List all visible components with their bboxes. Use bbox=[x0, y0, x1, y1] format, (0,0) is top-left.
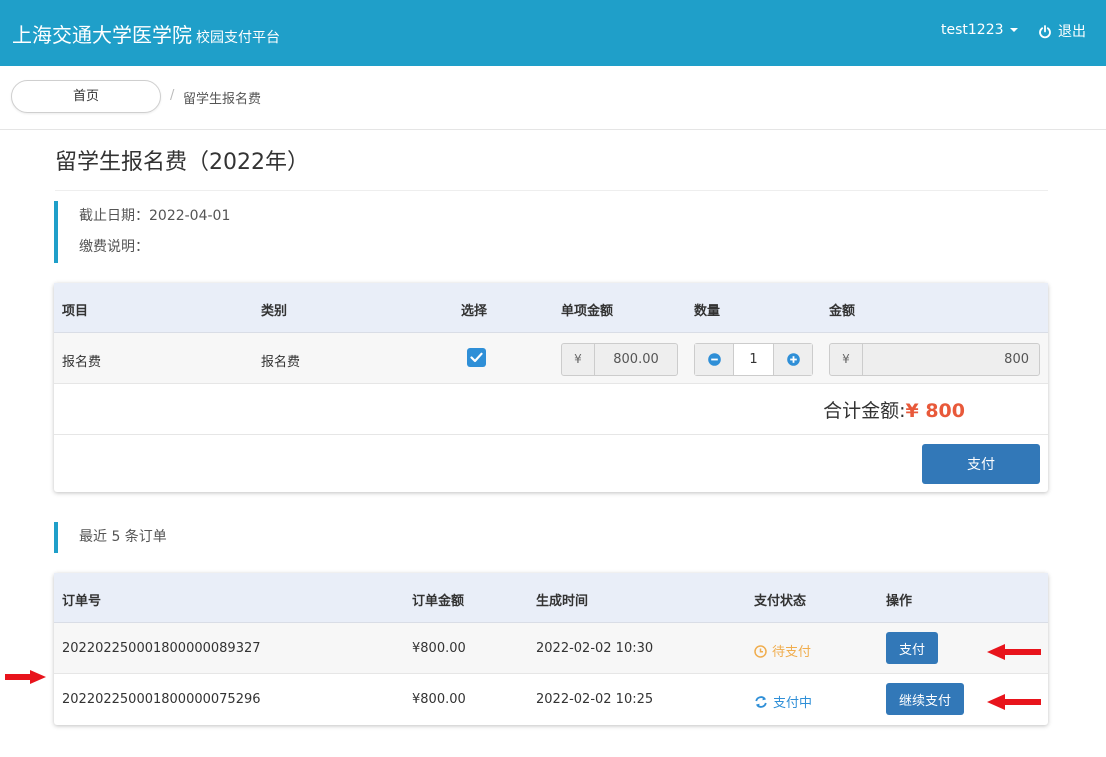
right-arrow-icon bbox=[5, 670, 46, 684]
caret-down-icon bbox=[1009, 28, 1018, 32]
table-row: 报名费 报名费 ¥ 800.00 1 ¥ 800 bbox=[54, 333, 1048, 384]
total-label: 合计金额: bbox=[823, 400, 906, 422]
col-unit-price: 单项金额 bbox=[561, 304, 614, 319]
col-amount: 金额 bbox=[829, 304, 856, 319]
page-title: 留学生报名费（2022年） bbox=[55, 150, 309, 175]
col-order-amount: 订单金额 bbox=[412, 594, 465, 609]
status-badge: 待支付 bbox=[754, 641, 811, 660]
title-divider bbox=[55, 190, 1048, 191]
username: test1223 bbox=[941, 22, 1004, 38]
order-id: 202202250001800000075296 bbox=[62, 692, 261, 707]
increase-button[interactable] bbox=[773, 344, 812, 375]
unit-price-field: ¥ 800.00 bbox=[561, 343, 678, 376]
total-amount: 合计金额:¥ 800 bbox=[823, 396, 965, 423]
col-actions: 操作 bbox=[886, 594, 913, 609]
amount-value: 800 bbox=[1004, 352, 1029, 367]
col-pay-status: 支付状态 bbox=[754, 594, 807, 609]
breadcrumb-separator: / bbox=[170, 88, 175, 103]
breadcrumb: 首页 / 留学生报名费 bbox=[0, 66, 1106, 130]
orders-table-card: 订单号 订单金额 生成时间 支付状态 操作 202202250001800000… bbox=[54, 573, 1048, 725]
item-category: 报名费 bbox=[261, 355, 301, 370]
order-amount: ¥800.00 bbox=[412, 692, 466, 707]
currency-addon: ¥ bbox=[562, 344, 595, 375]
col-category: 类别 bbox=[261, 304, 288, 319]
order-amount: ¥800.00 bbox=[412, 641, 466, 656]
orders-section-title: 最近 5 条订单 bbox=[54, 522, 167, 553]
check-icon bbox=[470, 352, 483, 363]
refresh-icon bbox=[755, 696, 767, 708]
status-text: 支付中 bbox=[773, 696, 813, 711]
col-created-time: 生成时间 bbox=[536, 594, 589, 609]
left-arrow-icon bbox=[987, 694, 1041, 710]
order-id: 202202250001800000089327 bbox=[62, 641, 261, 656]
item-name: 报名费 bbox=[62, 355, 102, 370]
pay-button[interactable]: 支付 bbox=[922, 444, 1040, 484]
quantity-stepper: 1 bbox=[694, 343, 813, 376]
col-item: 项目 bbox=[62, 304, 89, 319]
left-arrow-icon bbox=[987, 644, 1041, 660]
logout-button[interactable]: 退出 bbox=[1038, 21, 1086, 41]
total-value: ¥ 800 bbox=[905, 400, 966, 422]
logout-label: 退出 bbox=[1058, 24, 1086, 40]
status-text: 待支付 bbox=[772, 645, 812, 660]
breadcrumb-current: 留学生报名费 bbox=[183, 92, 262, 107]
minus-circle-icon bbox=[707, 353, 721, 366]
fee-table-card: 项目 类别 选择 单项金额 数量 金额 报名费 报名费 ¥ 800.00 1 ¥… bbox=[54, 283, 1048, 492]
continue-pay-button[interactable]: 继续支付 bbox=[886, 683, 965, 715]
total-row: 合计金额:¥ 800 bbox=[54, 384, 1048, 435]
description-text: 缴费说明： bbox=[79, 239, 149, 255]
fee-info: 截止日期：2022-04-01 缴费说明： bbox=[54, 201, 454, 263]
user-menu[interactable]: test1223 bbox=[941, 22, 1018, 38]
breadcrumb-home[interactable]: 首页 bbox=[11, 80, 161, 113]
col-order-id: 订单号 bbox=[62, 594, 102, 609]
clock-icon bbox=[754, 645, 767, 658]
table-row: 202202250001800000075296 ¥800.00 2022-02… bbox=[54, 674, 1048, 725]
plus-circle-icon bbox=[786, 353, 800, 366]
brand: 上海交通大学医学院 校园支付平台 bbox=[12, 19, 280, 48]
quantity-input[interactable]: 1 bbox=[734, 344, 773, 375]
currency-addon: ¥ bbox=[830, 344, 863, 375]
amount-field: ¥ 800 bbox=[829, 343, 1040, 376]
order-time: 2022-02-02 10:25 bbox=[536, 692, 654, 707]
order-pay-button[interactable]: 支付 bbox=[886, 632, 939, 664]
deadline-text: 截止日期：2022-04-01 bbox=[79, 208, 231, 224]
brand-subtitle: 校园支付平台 bbox=[196, 30, 280, 46]
table-row: 202202250001800000089327 ¥800.00 2022-02… bbox=[54, 623, 1048, 674]
orders-table-header: 订单号 订单金额 生成时间 支付状态 操作 bbox=[54, 573, 1048, 623]
col-select: 选择 bbox=[461, 304, 488, 319]
col-quantity: 数量 bbox=[694, 304, 721, 319]
power-icon bbox=[1039, 25, 1051, 39]
decrease-button[interactable] bbox=[695, 344, 734, 375]
order-time: 2022-02-02 10:30 bbox=[536, 641, 654, 656]
fee-table-header: 项目 类别 选择 单项金额 数量 金额 bbox=[54, 283, 1048, 333]
top-navbar: 上海交通大学医学院 校园支付平台 test1223 退出 bbox=[0, 0, 1106, 66]
status-badge: 支付中 bbox=[754, 692, 812, 711]
brand-name: 上海交通大学医学院 bbox=[12, 23, 192, 47]
unit-price-value: 800.00 bbox=[613, 352, 659, 367]
select-checkbox[interactable] bbox=[467, 348, 486, 367]
